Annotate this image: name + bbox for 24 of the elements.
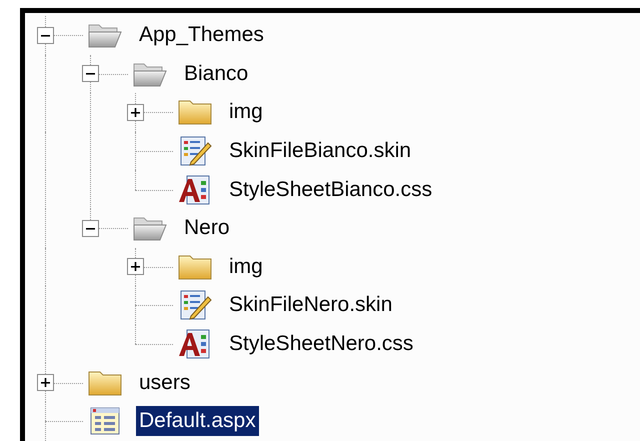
plus-icon	[131, 108, 140, 117]
tree-item[interactable]: Bianco	[181, 58, 252, 89]
web-page-icon	[89, 406, 121, 436]
tree-item[interactable]: Default.aspx	[136, 406, 259, 436]
folder-icon	[87, 368, 123, 397]
expander-toggle[interactable]	[127, 258, 144, 276]
expander-toggle[interactable]	[127, 104, 144, 121]
tree-item[interactable]: users	[136, 368, 194, 398]
expander-toggle[interactable]	[37, 374, 54, 392]
folder-icon	[177, 252, 213, 281]
expander-toggle[interactable]	[37, 26, 54, 44]
tree-item[interactable]: Nero	[181, 213, 233, 244]
tree-item[interactable]: SkinFileNero.skin	[226, 290, 396, 320]
expander-toggle[interactable]	[82, 220, 99, 237]
folder-icon	[177, 98, 213, 126]
tree-item[interactable]: img	[226, 252, 266, 282]
expander-toggle[interactable]	[82, 65, 99, 82]
tree-item[interactable]: img	[226, 97, 266, 128]
tree-item[interactable]: StyleSheetNero.css	[226, 329, 416, 360]
tree-item[interactable]: SkinFileBianco.skin	[226, 136, 414, 166]
plus-icon	[41, 378, 50, 388]
tree-item[interactable]: StyleSheetBianco.css	[226, 174, 436, 205]
plus-icon	[131, 262, 140, 272]
tree-item[interactable]: App_Themes	[136, 20, 267, 50]
